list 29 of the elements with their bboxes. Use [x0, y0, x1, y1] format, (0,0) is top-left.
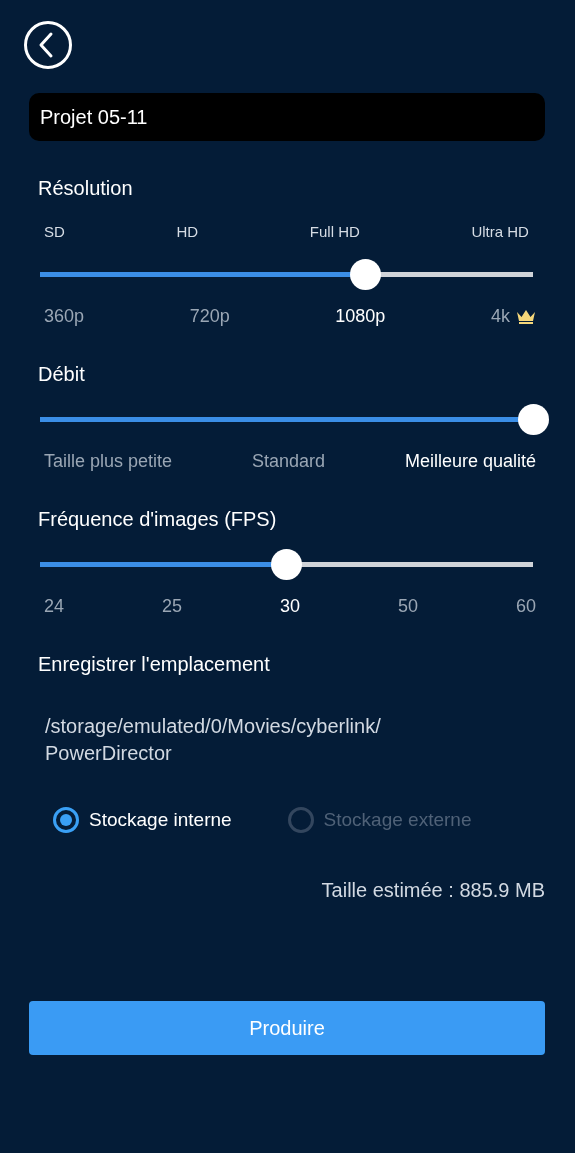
- option-label[interactable]: 60: [515, 595, 536, 617]
- option-label[interactable]: Taille plus petite: [44, 450, 173, 472]
- section-title: Enregistrer l'emplacement: [38, 652, 271, 676]
- option-label[interactable]: 30: [279, 595, 300, 617]
- option-label[interactable]: 24: [44, 595, 65, 617]
- option-label[interactable]: 25: [162, 595, 182, 617]
- section-title: Débit: [38, 362, 86, 386]
- back-button[interactable]: [24, 21, 72, 69]
- option-label[interactable]: 1080p: [335, 305, 386, 327]
- option-label[interactable]: Meilleure qualité: [404, 450, 536, 472]
- option-label[interactable]: 50: [397, 595, 418, 617]
- radio-label[interactable]: Stockage interne: [89, 809, 232, 831]
- tick-label: Full HD: [309, 223, 360, 241]
- folder-path: /storage/emulated/0/Movies/cyberlink/PowerDirector: [44, 714, 382, 766]
- project-name-field[interactable]: Projet 05-11: [29, 93, 545, 141]
- slider-thumb[interactable]: [349, 259, 381, 290]
- option-label[interactable]: Standard: [251, 450, 326, 472]
- radio-button[interactable]: [53, 807, 79, 833]
- tick-label: HD: [176, 223, 199, 241]
- option-label[interactable]: 4k: [491, 305, 510, 327]
- section-title: Fréquence d'images (FPS): [38, 507, 278, 531]
- tick-label: Ultra HD: [471, 223, 529, 241]
- section-title: Résolution: [38, 176, 134, 200]
- option-label[interactable]: 360p: [44, 305, 85, 327]
- slider-thumb[interactable]: [271, 549, 302, 580]
- option-label[interactable]: 720p: [189, 305, 230, 327]
- tick-label: SD: [44, 223, 65, 241]
- estimated-size: Taille estimée : 885.9 MB: [321, 879, 545, 902]
- slider-thumb[interactable]: [517, 404, 549, 435]
